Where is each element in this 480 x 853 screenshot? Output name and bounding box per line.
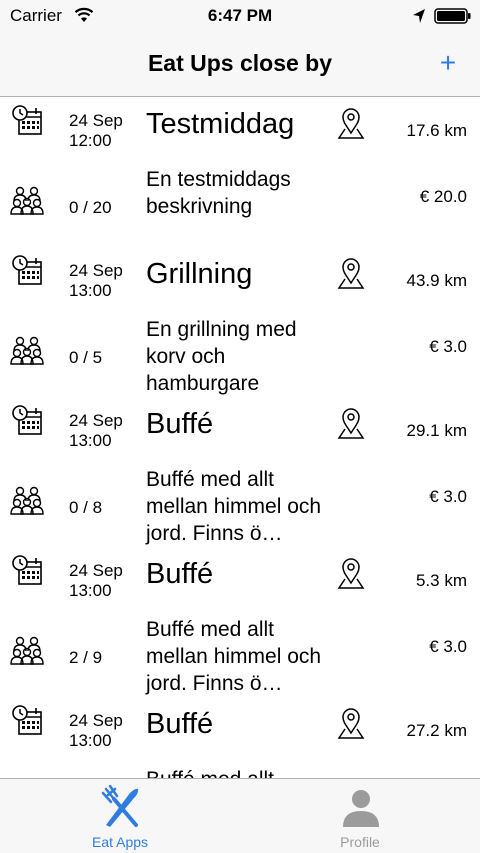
calendar-clock-icon bbox=[10, 403, 44, 437]
event-day: 24 Sep bbox=[69, 711, 123, 730]
tab-bar: Eat Apps Profile bbox=[0, 778, 480, 853]
add-event-button[interactable]: + bbox=[434, 46, 462, 80]
event-seats: 0 / 5 bbox=[69, 348, 103, 367]
profile-icon bbox=[340, 785, 382, 829]
event-time: 13:00 bbox=[69, 431, 112, 450]
event-distance: 27.2 km bbox=[406, 721, 467, 740]
event-time: 13:00 bbox=[69, 281, 112, 300]
event-list[interactable]: 24 Sep 12:00 Testmiddag 17.6 km 0 / 20 En tes… bbox=[0, 97, 480, 778]
group-icon bbox=[10, 483, 44, 517]
event-distance: 29.1 km bbox=[406, 421, 467, 440]
map-pin-icon bbox=[337, 257, 365, 291]
event-row[interactable]: 24 Sep 12:00 Testmiddag 17.6 km 0 / 20 En tes… bbox=[0, 97, 480, 247]
group-icon bbox=[10, 333, 44, 367]
tab-label: Profile bbox=[340, 834, 380, 850]
event-date: 24 Sep 12:00 bbox=[69, 111, 123, 151]
event-description: Buffé med allt mellan himmel och jord. F… bbox=[146, 618, 322, 695]
event-time: 13:00 bbox=[69, 731, 112, 750]
event-price: € 20.0 bbox=[419, 187, 467, 206]
event-price: € 3.0 bbox=[429, 637, 467, 656]
calendar-clock-icon bbox=[10, 553, 44, 587]
fork-knife-icon bbox=[100, 784, 142, 829]
location-arrow-icon bbox=[412, 8, 426, 29]
event-price: € 3.0 bbox=[429, 337, 467, 356]
event-title: Grillning bbox=[146, 258, 253, 290]
page-title: Eat Ups close by bbox=[147, 50, 333, 76]
map-pin-icon bbox=[337, 557, 365, 591]
event-price: € 3.0 bbox=[429, 487, 467, 506]
event-distance: 5.3 km bbox=[415, 571, 467, 590]
clock: 6:47 PM bbox=[207, 6, 273, 25]
event-date: 24 Sep 13:00 bbox=[69, 261, 123, 301]
event-description: Buffé med allt mellan himmel och jord. F… bbox=[146, 468, 322, 545]
calendar-clock-icon bbox=[10, 103, 44, 137]
map-pin-icon bbox=[337, 107, 365, 141]
event-date: 24 Sep 13:00 bbox=[69, 411, 123, 451]
event-title: Testmiddag bbox=[146, 108, 295, 140]
event-day: 24 Sep bbox=[69, 111, 123, 130]
calendar-clock-icon bbox=[10, 253, 44, 287]
event-row[interactable]: 24 Sep 13:00 Buffé 5.3 km 2 / 9 Buffé med all… bbox=[0, 547, 480, 697]
event-day: 24 Sep bbox=[69, 411, 123, 430]
navigation-bar: Eat Ups close by + bbox=[0, 32, 480, 97]
event-seats: 2 / 9 bbox=[69, 648, 103, 667]
map-pin-icon bbox=[337, 707, 365, 741]
event-distance: 17.6 km bbox=[406, 121, 467, 140]
tab-eat-apps[interactable]: Eat Apps bbox=[0, 779, 240, 853]
event-title: Buffé bbox=[146, 558, 214, 590]
event-description: En grillning med korv och hamburgare bbox=[146, 318, 297, 395]
event-day: 24 Sep bbox=[69, 261, 123, 280]
event-date: 24 Sep 13:00 bbox=[69, 561, 123, 601]
group-icon bbox=[10, 183, 44, 217]
map-pin-icon bbox=[337, 407, 365, 441]
event-row[interactable]: 24 Sep13:00 Buffé 27.2 km Buffé med allt bbox=[0, 697, 480, 778]
event-description: En testmiddags beskrivning bbox=[146, 168, 291, 218]
battery-icon bbox=[434, 8, 472, 29]
event-title: Buffé bbox=[146, 408, 214, 440]
event-day: 24 Sep bbox=[69, 561, 123, 580]
event-time: 12:00 bbox=[69, 131, 112, 150]
event-description: Buffé med allt bbox=[146, 766, 336, 778]
tab-label: Eat Apps bbox=[91, 834, 149, 850]
event-time: 13:00 bbox=[69, 581, 112, 600]
status-bar: Carrier 6:47 PM bbox=[0, 0, 480, 32]
event-seats: 0 / 20 bbox=[69, 198, 112, 217]
event-row[interactable]: 24 Sep 13:00 Buffé 29.1 km 0 / 8 Buffé med al… bbox=[0, 397, 480, 547]
group-icon bbox=[10, 633, 44, 667]
event-date: 24 Sep 13:00 bbox=[69, 711, 123, 751]
event-distance: 43.9 km bbox=[406, 271, 467, 290]
event-row[interactable]: 24 Sep 13:00 Grillning 43.9 km 0 / 5 En grill… bbox=[0, 247, 480, 397]
event-title: Buffé bbox=[146, 708, 214, 740]
event-seats: 0 / 8 bbox=[69, 498, 103, 517]
calendar-clock-icon bbox=[10, 703, 44, 737]
tab-profile[interactable]: Profile bbox=[240, 779, 480, 853]
